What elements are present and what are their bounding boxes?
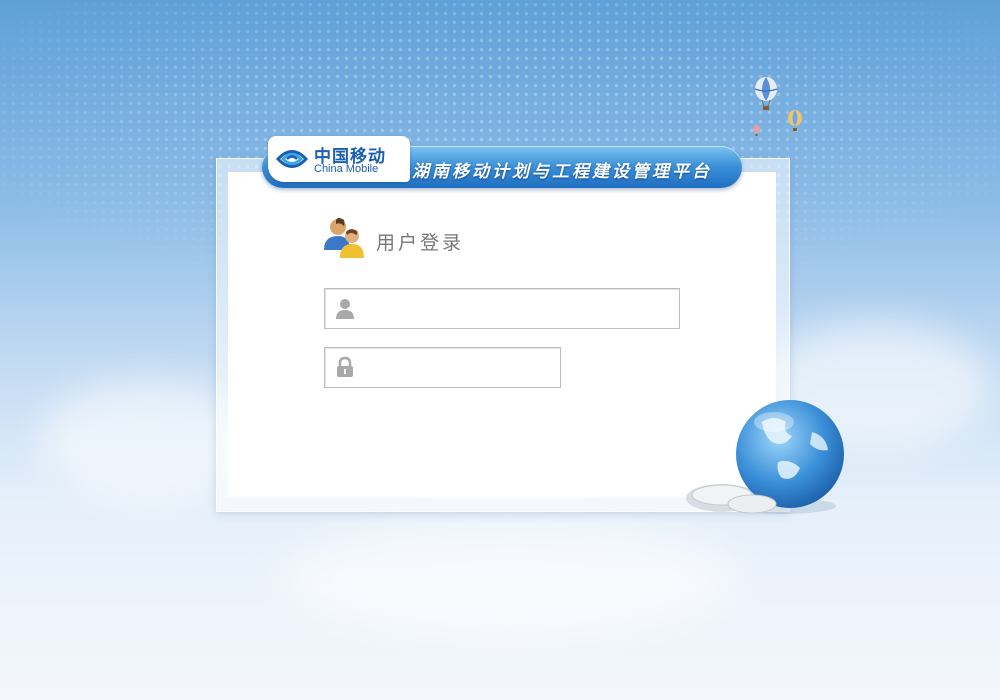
china-mobile-logo-icon xyxy=(275,150,309,168)
china-mobile-logo: 中国移动 China Mobile xyxy=(268,136,410,182)
username-field[interactable] xyxy=(324,288,680,329)
login-title: 用户登录 xyxy=(376,232,465,254)
balloon-large-icon xyxy=(754,77,778,110)
cloud-bottom xyxy=(280,520,740,640)
globe-icon xyxy=(686,400,844,514)
lock-icon xyxy=(337,356,353,377)
platform-title: 湖南移动计划与工程建设管理平台 xyxy=(412,162,712,182)
balloon-small-icon xyxy=(753,125,760,136)
username-input[interactable] xyxy=(363,289,669,328)
user-icon xyxy=(336,299,354,319)
balloon-medium-icon xyxy=(788,110,802,131)
password-input[interactable] xyxy=(363,348,553,387)
logo-text-en: China Mobile xyxy=(314,163,379,175)
users-icon xyxy=(324,218,364,258)
password-field[interactable] xyxy=(324,347,561,388)
